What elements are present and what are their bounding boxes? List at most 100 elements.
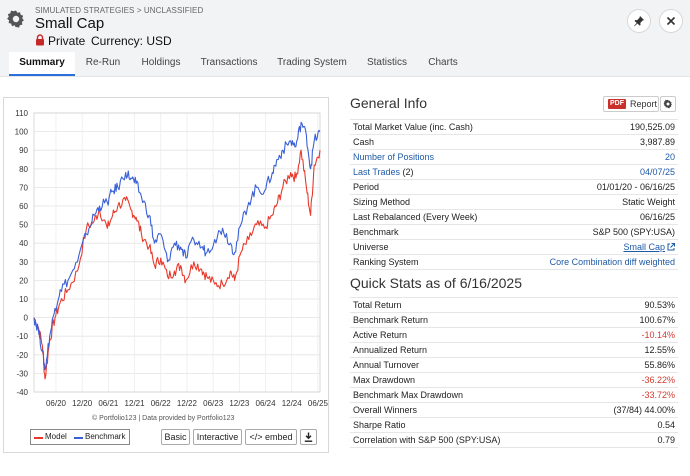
ranking-system-link[interactable]: Core Combination diff weighted: [513, 254, 678, 270]
x-tick-label: 06/23: [203, 399, 224, 408]
basic-button[interactable]: Basic: [161, 429, 190, 445]
general-info-table: Total Market Value (inc. Cash) 190,525.09…: [350, 119, 678, 270]
info-label: Total Market Value (inc. Cash): [350, 119, 514, 135]
info-value: 3,987.89: [513, 134, 678, 150]
tab-holdings[interactable]: Holdings: [133, 52, 189, 76]
stat-label: Correlation with S&P 500 (SPY:USA): [350, 432, 578, 448]
tab-bar: Summary Re-Run Holdings Transactions Tra…: [0, 52, 690, 77]
table-row: Period 01/01/20 - 06/16/25: [350, 179, 678, 195]
x-tick-label: 06/20: [46, 399, 67, 408]
quick-stats-table: Total Return 90.53% Benchmark Return 100.6…: [350, 297, 678, 448]
x-tick-label: 12/22: [177, 399, 198, 408]
universe-link[interactable]: Small Cap: [623, 242, 665, 252]
table-row: Sharpe Ratio 0.54: [350, 417, 678, 433]
y-tick-label: 40: [19, 239, 28, 248]
y-tick-label: 0: [24, 314, 29, 323]
stat-value: 0.79: [577, 432, 678, 448]
tab-charts[interactable]: Charts: [422, 52, 464, 76]
pdf-report-button[interactable]: PDF Report: [603, 96, 659, 112]
general-info-title: General Info: [350, 95, 428, 111]
stat-label: Benchmark Return: [350, 312, 578, 328]
settings-button[interactable]: [660, 96, 676, 112]
x-tick-label: 12/20: [72, 399, 93, 408]
header: SIMULATED STRATEGIES > UNCLASSIFIED Smal…: [0, 0, 690, 52]
last-trades-link[interactable]: Last Trades: [353, 167, 400, 177]
info-value: 04/07/25: [513, 164, 678, 180]
plot-area: [33, 112, 321, 393]
table-row: Sizing Method Static Weight: [350, 194, 678, 210]
tab-summary[interactable]: Summary: [9, 52, 75, 76]
x-tick-label: 06/24: [256, 399, 277, 408]
y-tick-label: 110: [15, 109, 28, 118]
x-tick-label: 06/21: [98, 399, 119, 408]
stat-value: -36.22%: [577, 372, 678, 388]
table-row: Max Drawdown -36.22%: [350, 372, 678, 388]
y-tick-label: 100: [15, 128, 29, 137]
embed-button[interactable]: </> embed: [245, 429, 297, 445]
stat-label: Active Return: [350, 327, 578, 343]
x-tick-label: 12/24: [282, 399, 303, 408]
info-value: 190,525.09: [513, 119, 678, 135]
table-row: Cash 3,987.89: [350, 134, 678, 150]
info-label: Period: [350, 179, 514, 195]
interactive-button[interactable]: Interactive: [193, 429, 242, 445]
tab-statistics[interactable]: Statistics: [361, 52, 413, 76]
info-label: Sizing Method: [350, 194, 514, 210]
stat-label: Max Drawdown: [350, 372, 578, 388]
info-value: 01/01/20 - 06/16/25: [513, 179, 678, 195]
download-button[interactable]: [300, 429, 317, 445]
page-title: Small Cap: [35, 15, 105, 32]
table-row: Annualized Return 12.55%: [350, 342, 678, 358]
gear-icon[interactable]: [6, 9, 26, 29]
pin-button[interactable]: [627, 9, 651, 33]
info-value: 20: [513, 149, 678, 165]
y-tick-label: 50: [19, 221, 28, 230]
table-row: Number of Positions 20: [350, 149, 678, 165]
x-tick-label: 06/22: [151, 399, 172, 408]
stat-label: Annualized Return: [350, 342, 578, 358]
close-button[interactable]: [659, 9, 683, 33]
stat-label: Sharpe Ratio: [350, 417, 578, 433]
stat-value: 55.86%: [577, 357, 678, 373]
series-line-benchmark: [33, 121, 321, 371]
stat-value: 12.55%: [577, 342, 678, 358]
performance-chart: -40 -30 -20 -10 0 10 20 30 40 50 60 70 80 90 100 110 06/…: [15, 109, 328, 408]
legend-benchmark-swatch: [74, 437, 83, 439]
y-tick-label: -10: [16, 332, 28, 341]
stat-label: Overall Winners: [350, 402, 578, 418]
table-row: Overall Winners (37/84) 44.00%: [350, 402, 678, 418]
table-row: Correlation with S&P 500 (SPY:USA) 0.79: [350, 432, 678, 448]
breadcrumb[interactable]: SIMULATED STRATEGIES > UNCLASSIFIED: [35, 6, 203, 15]
x-tick-label: 06/25: [308, 399, 328, 408]
tab-rerun[interactable]: Re-Run: [78, 52, 128, 76]
privacy-label: Private: [48, 34, 86, 48]
table-row: Benchmark Max Drawdown -33.72%: [350, 387, 678, 403]
y-tick-label: -20: [16, 351, 28, 360]
table-row: Universe Small Cap: [350, 239, 678, 255]
y-tick-label: 60: [19, 202, 28, 211]
last-trades-count: (2): [402, 167, 414, 177]
positions-link[interactable]: Number of Positions: [350, 149, 514, 165]
table-row: Benchmark Return 100.67%: [350, 312, 678, 328]
stat-value: -10.14%: [577, 327, 678, 343]
pin-icon: [634, 16, 644, 27]
external-link-icon[interactable]: [667, 243, 675, 251]
stat-value: 100.67%: [577, 312, 678, 328]
tab-trading-system[interactable]: Trading System: [272, 52, 352, 76]
table-row: Benchmark S&P 500 (SPY:USA): [350, 224, 678, 240]
tab-transactions[interactable]: Transactions: [195, 52, 263, 76]
y-tick-label: 20: [19, 276, 28, 285]
stat-value: 90.53%: [577, 297, 678, 313]
info-label: Cash: [350, 134, 514, 150]
quick-stats-title: Quick Stats as of 6/16/2025: [350, 275, 522, 291]
y-tick-label: 80: [19, 165, 28, 174]
table-row: Total Market Value (inc. Cash) 190,525.09: [350, 119, 678, 135]
download-icon: [304, 432, 313, 442]
y-tick-label: 90: [19, 146, 28, 155]
lock-icon: [36, 34, 44, 46]
info-label: Last Rebalanced (Every Week): [350, 209, 514, 225]
y-tick-label: 10: [19, 295, 28, 304]
info-value: 06/16/25: [513, 209, 678, 225]
y-tick-label: 70: [19, 183, 28, 192]
stat-label: Total Return: [350, 297, 578, 313]
